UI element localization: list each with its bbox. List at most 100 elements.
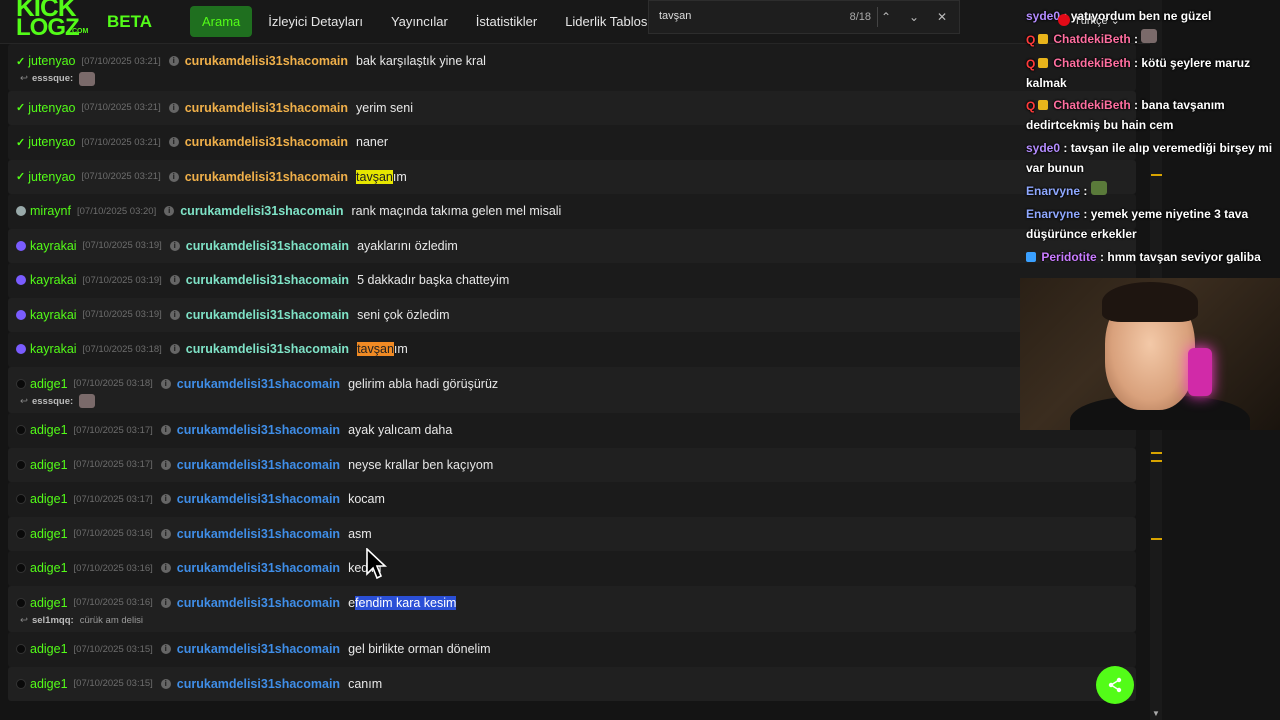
channel-name[interactable]: curukamdelisi31shacomain [177, 458, 340, 472]
chatter-username[interactable]: adige1 [30, 377, 68, 391]
info-icon[interactable]: i [160, 459, 171, 470]
channel-name[interactable]: curukamdelisi31shacomain [185, 101, 348, 115]
emote-icon [79, 71, 96, 86]
scroll-match-marker [1151, 452, 1162, 454]
info-icon[interactable]: i [160, 528, 171, 539]
user-badge-icon [16, 425, 26, 436]
user-badge-icon [16, 240, 26, 251]
info-icon[interactable]: i [169, 344, 180, 355]
info-icon[interactable]: i [160, 378, 171, 389]
channel-name[interactable]: curukamdelisi31shacomain [186, 342, 349, 356]
stream-chat-overlay: syde0 : yatıyordum ben ne güzel Q Chatde… [1020, 0, 1280, 270]
chat-log-row: adige1 [07/10/2025 03:18] i curukamdelisi31… [8, 366, 1136, 413]
info-icon[interactable]: i [168, 171, 179, 182]
info-icon[interactable]: i [160, 494, 171, 505]
sub-badge-icon [1026, 252, 1036, 262]
moderator-badge-icon: Q [1026, 33, 1036, 47]
channel-name[interactable]: curukamdelisi31shacomain [185, 135, 348, 149]
channel-name[interactable]: curukamdelisi31shacomain [177, 596, 340, 610]
chatter-username[interactable]: adige1 [30, 596, 68, 610]
overlay-username: Enarvyne [1026, 207, 1081, 221]
channel-name[interactable]: curukamdelisi31shacomain [185, 54, 348, 68]
channel-name[interactable]: curukamdelisi31shacomain [185, 170, 348, 184]
scroll-down-arrow-icon[interactable]: ▼ [1152, 709, 1160, 718]
info-icon[interactable]: i [160, 563, 171, 574]
share-button[interactable] [1096, 666, 1134, 704]
channel-name[interactable]: curukamdelisi31shacomain [177, 561, 340, 575]
channel-name[interactable]: curukamdelisi31shacomain [186, 239, 349, 253]
emote-icon [1090, 181, 1107, 195]
chatter-username[interactable]: jutenyao [28, 101, 75, 115]
chat-log-line: adige1 [07/10/2025 03:17] i curukamdelisi31… [8, 413, 1136, 448]
chatter-username[interactable]: kayrakai [30, 273, 77, 287]
verified-badge-icon: ✓ [16, 136, 26, 149]
user-badge-icon [16, 459, 26, 470]
chat-log-line: adige1 [07/10/2025 03:15] i curukamdelisi31… [8, 632, 1136, 667]
chatter-username[interactable]: adige1 [30, 527, 68, 541]
crown-badge-icon [1038, 58, 1048, 68]
chat-log-row: adige1 [07/10/2025 03:17] i curukamdelisi31… [8, 447, 1136, 483]
chatter-username[interactable]: adige1 [30, 561, 68, 575]
find-input[interactable]: tavşan [659, 10, 809, 22]
nav-yayincilar[interactable]: Yayıncılar [379, 6, 460, 37]
chatter-username[interactable]: jutenyao [28, 170, 75, 184]
channel-name[interactable]: curukamdelisi31shacomain [186, 273, 349, 287]
user-badge-icon [16, 206, 26, 217]
info-icon[interactable]: i [164, 206, 175, 217]
chatter-username[interactable]: kayrakai [30, 308, 77, 322]
chatter-username[interactable]: miraynf [30, 204, 71, 218]
info-icon[interactable]: i [168, 137, 179, 148]
channel-name[interactable]: curukamdelisi31shacomain [177, 677, 340, 691]
chat-log-line: kayrakai [07/10/2025 03:19] i curukamdelisi… [8, 298, 1136, 333]
language-selector[interactable]: Türkçe ⌄ [1058, 14, 1120, 27]
info-icon[interactable]: i [160, 425, 171, 436]
message-timestamp: [07/10/2025 03:21] [81, 55, 161, 67]
chatter-username[interactable]: adige1 [30, 423, 68, 437]
microphone-icon [1188, 348, 1212, 396]
info-icon[interactable]: i [169, 275, 180, 286]
chatter-username[interactable]: jutenyao [28, 135, 75, 149]
search-highlight: tavşan [356, 169, 393, 184]
chatter-username[interactable]: kayrakai [30, 239, 77, 253]
chevron-down-icon[interactable]: ⌄ [903, 7, 925, 27]
message-text-pre: as [348, 526, 362, 541]
info-icon[interactable]: i [160, 644, 171, 655]
chat-log-line: adige1 [07/10/2025 03:17] i curukamdelisi31… [8, 448, 1136, 483]
chat-log-row: ✓ jutenyao [07/10/2025 03:21] i curukamdelis… [8, 125, 1136, 160]
chatter-username[interactable]: adige1 [30, 642, 68, 656]
chatter-username[interactable]: kayrakai [30, 342, 77, 356]
message-timestamp: [07/10/2025 03:16] [73, 597, 153, 609]
channel-name[interactable]: curukamdelisi31shacomain [186, 308, 349, 322]
reply-context: ↩ sel1mqq: cürük am delisi [8, 612, 1136, 632]
channel-name[interactable]: curukamdelisi31shacomain [177, 377, 340, 391]
message-text: naner [356, 135, 388, 149]
channel-name[interactable]: curukamdelisi31shacomain [177, 492, 340, 506]
channel-name[interactable]: curukamdelisi31shacomain [177, 527, 340, 541]
chevron-up-icon[interactable]: ⌃ [875, 7, 897, 27]
message-timestamp: [07/10/2025 03:15] [73, 643, 153, 655]
chatter-username[interactable]: adige1 [30, 492, 68, 506]
info-icon[interactable]: i [160, 597, 171, 608]
nav-arama[interactable]: Arama [190, 6, 253, 37]
message-text-post: ım [392, 169, 407, 184]
chatter-username[interactable]: adige1 [30, 458, 68, 472]
channel-name[interactable]: curukamdelisi31shacomain [177, 423, 340, 437]
channel-name[interactable]: curukamdelisi31shacomain [180, 204, 343, 218]
info-icon[interactable]: i [160, 678, 171, 689]
nav-izleyici-detaylari[interactable]: İzleyici Detayları [256, 6, 375, 37]
channel-name[interactable]: curukamdelisi31shacomain [177, 642, 340, 656]
close-icon[interactable]: ✕ [931, 7, 953, 27]
info-icon[interactable]: i [168, 56, 179, 67]
chat-log-row: adige1 [07/10/2025 03:15] i curukamdelisi31… [8, 666, 1136, 701]
overlay-username: Enarvyne [1026, 184, 1081, 198]
chatter-username[interactable]: adige1 [30, 677, 68, 691]
chatter-username[interactable]: jutenyao [28, 54, 75, 68]
kicklogz-logo[interactable]: KICK LOGZ .COM [14, 0, 96, 41]
overlay-message: Q ChatdekiBeth : bana tavşanım dedirtcek… [1026, 98, 1225, 132]
message-timestamp: [07/10/2025 03:16] [73, 528, 153, 540]
info-icon[interactable]: i [169, 240, 180, 251]
info-icon[interactable]: i [169, 309, 180, 320]
nav-istatistikler[interactable]: İstatistikler [464, 6, 549, 37]
info-icon[interactable]: i [168, 102, 179, 113]
chat-log-line: adige1 [07/10/2025 03:16] i curukamdelisi31… [8, 517, 1136, 552]
